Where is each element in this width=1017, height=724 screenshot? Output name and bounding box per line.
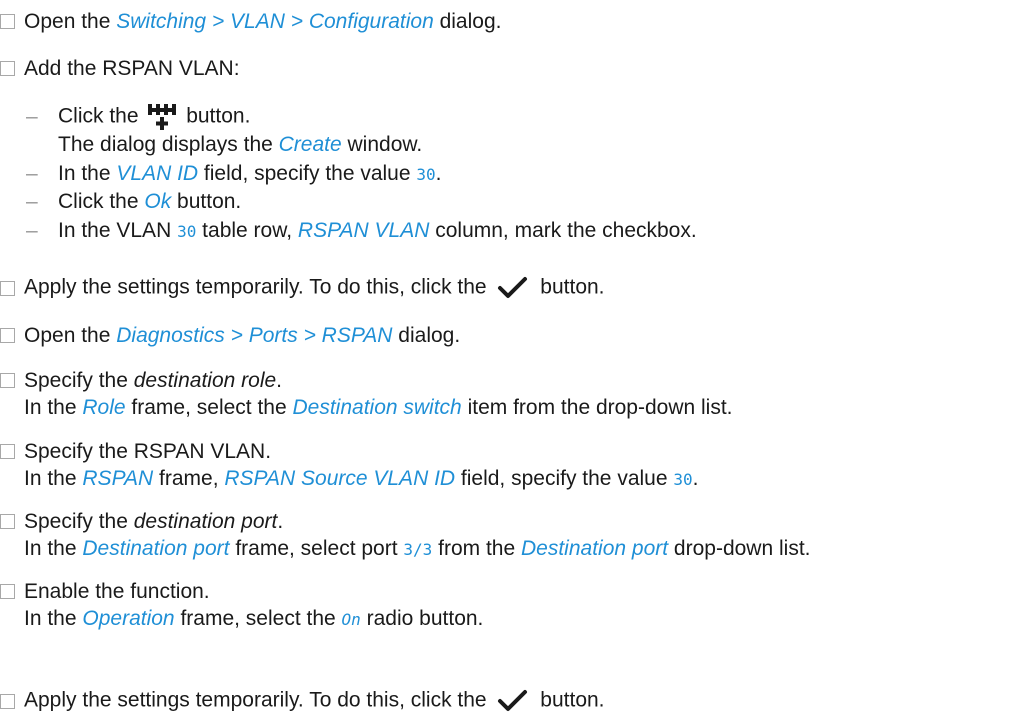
column-reference: RSPAN VLAN xyxy=(297,219,430,242)
step-text: Add the RSPAN VLAN: xyxy=(24,57,240,80)
step-text: Specify the RSPAN VLAN. xyxy=(24,440,272,463)
step-text: Open the Diagnostics > Ports > RSPAN dia… xyxy=(24,324,461,347)
value-text: 30 xyxy=(673,470,693,489)
field-reference: VLAN ID xyxy=(116,162,199,185)
checkbox-icon xyxy=(0,328,15,343)
substep-text: – In the VLAN 30 table row, RSPAN VLAN co… xyxy=(26,219,697,242)
checkbox-icon xyxy=(0,61,15,76)
step-text: Apply the settings temporarily. To do th… xyxy=(24,274,605,302)
dialog-reference: Diagnostics > Ports > RSPAN xyxy=(116,324,393,347)
substep-text: – Click the button. xyxy=(26,103,250,131)
button-reference: Ok xyxy=(144,190,172,213)
frame-reference: Role xyxy=(82,396,126,419)
frame-reference: Operation xyxy=(82,607,175,630)
add-vlan-icon xyxy=(148,104,177,130)
step-text: Specify the destination port. xyxy=(24,510,284,533)
checkbox-icon xyxy=(0,584,15,599)
checkmark-icon xyxy=(498,690,528,711)
step-detail: In the Operation frame, select the On ra… xyxy=(24,607,484,630)
field-reference: RSPAN Source VLAN ID xyxy=(224,467,456,490)
value-text: 30 xyxy=(416,165,436,184)
item-reference: Destination switch xyxy=(292,396,462,419)
step-text: Enable the function. xyxy=(24,580,210,603)
checkbox-icon xyxy=(0,444,15,459)
frame-reference: RSPAN xyxy=(82,467,154,490)
step-detail: In the Destination port frame, select po… xyxy=(24,537,811,560)
value-text: 3/3 xyxy=(403,540,433,559)
step-text: Specify the destination role. xyxy=(24,369,283,392)
step-text: Open the Switching > VLAN > Configuratio… xyxy=(24,10,502,33)
value-text: On xyxy=(341,610,361,629)
checkbox-icon xyxy=(0,281,15,296)
checkmark-icon xyxy=(498,277,528,298)
checkbox-icon xyxy=(0,14,15,29)
step-detail: In the Role frame, select the Destinatio… xyxy=(24,396,733,419)
substep-text: – Click the Ok button. xyxy=(26,190,242,213)
window-reference: Create xyxy=(278,133,342,156)
list-reference: Destination port xyxy=(521,537,669,560)
checkbox-icon xyxy=(0,694,15,709)
step-detail: In the RSPAN frame, RSPAN Source VLAN ID… xyxy=(24,467,699,490)
substep-text: The dialog displays the Create window. xyxy=(58,133,423,156)
step-text: Apply the settings temporarily. To do th… xyxy=(24,687,605,715)
checkbox-icon xyxy=(0,373,15,388)
value-text: 30 xyxy=(177,222,197,241)
frame-reference: Destination port xyxy=(82,537,230,560)
substep-text: – In the VLAN ID field, specify the value… xyxy=(26,162,442,185)
dialog-reference: Switching > VLAN > Configuration xyxy=(116,10,434,33)
checkbox-icon xyxy=(0,514,15,529)
